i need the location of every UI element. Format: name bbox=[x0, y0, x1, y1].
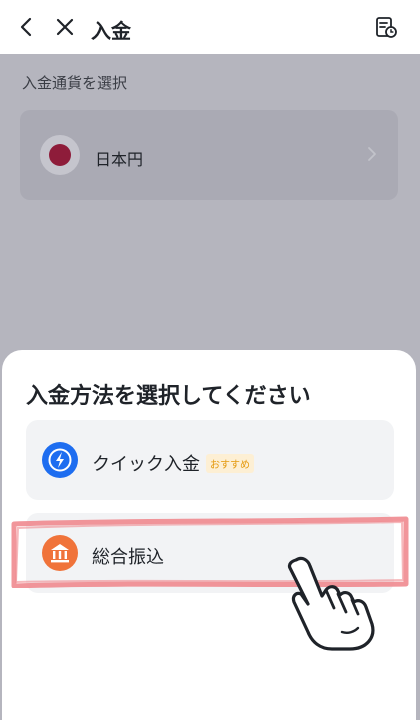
chevron-right-icon bbox=[366, 146, 378, 166]
top-bar: 入金 bbox=[0, 0, 420, 54]
receipt-clock-icon[interactable] bbox=[373, 14, 399, 40]
japan-flag-icon bbox=[40, 135, 80, 175]
pointing-hand-icon bbox=[287, 556, 375, 651]
quick-deposit-option[interactable]: クイック入金 おすすめ bbox=[26, 420, 394, 500]
lightning-icon bbox=[42, 442, 78, 478]
currency-name: 日本円 bbox=[95, 150, 144, 169]
sheet-title: 入金方法を選択してください bbox=[26, 384, 311, 409]
chevron-left-icon[interactable] bbox=[14, 14, 40, 40]
recommended-badge: おすすめ bbox=[206, 453, 254, 473]
currency-selector[interactable]: 日本円 bbox=[20, 110, 398, 200]
quick-deposit-label: クイック入金 bbox=[92, 454, 200, 475]
currency-section-label: 入金通貨を選択 bbox=[22, 74, 128, 92]
page-title: 入金 bbox=[91, 19, 131, 43]
close-icon[interactable] bbox=[52, 14, 78, 40]
